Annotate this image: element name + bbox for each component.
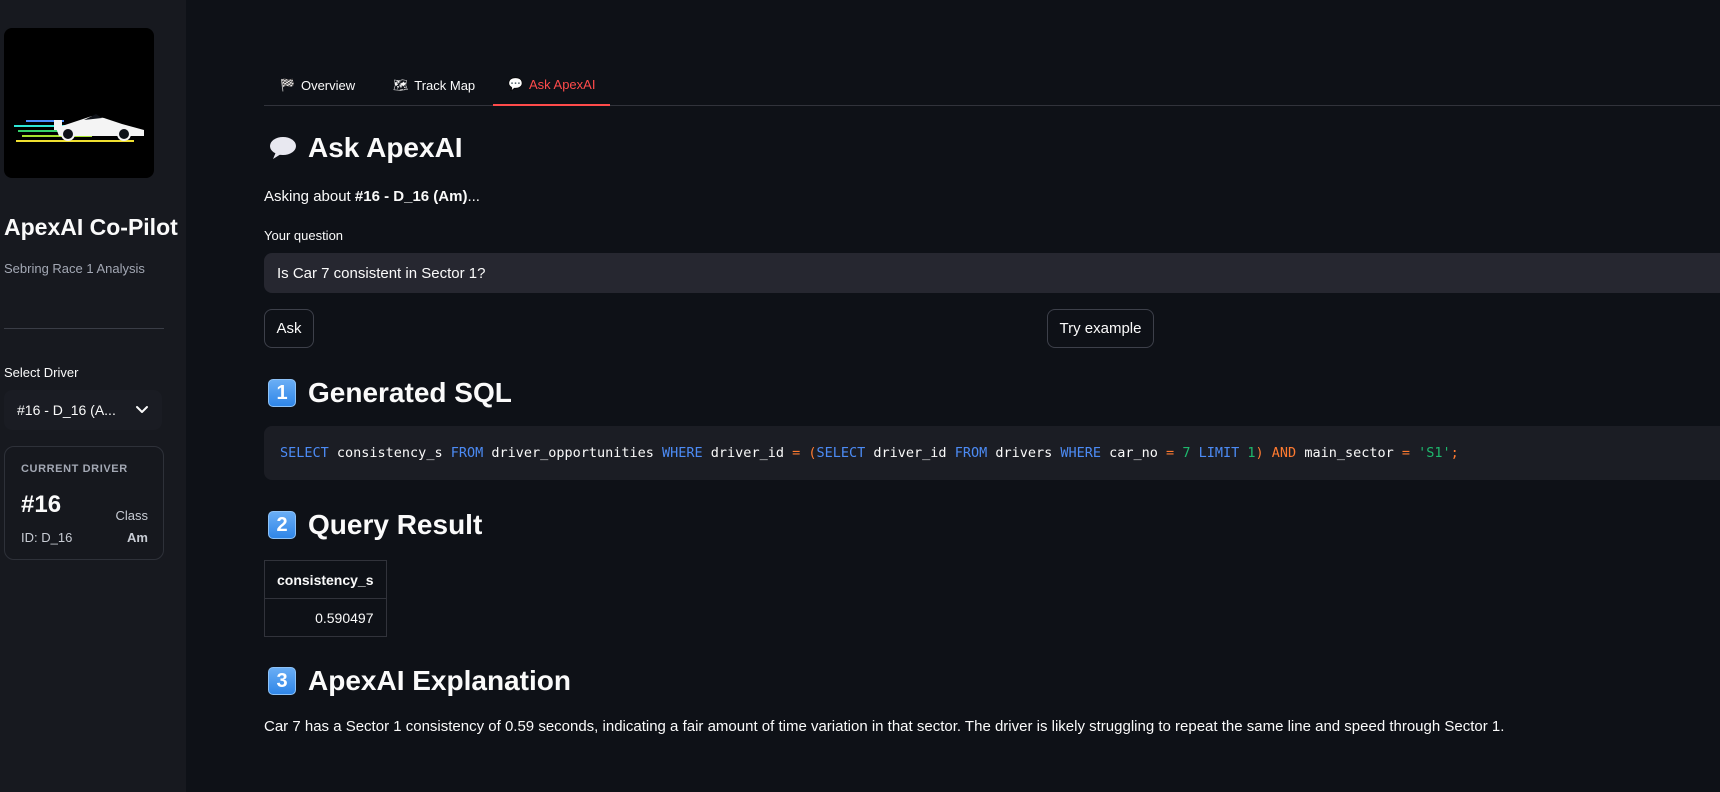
question-label: Your question	[264, 228, 344, 243]
sql-token: WHERE	[662, 445, 703, 461]
driver-class-value: Am	[127, 530, 148, 545]
section-title: Query Result	[308, 509, 483, 540]
checkered-flag-icon: 🏁	[280, 78, 295, 92]
app-subtitle: Sebring Race 1 Analysis	[4, 261, 145, 276]
sql-token: main_sector	[1296, 445, 1402, 461]
app-title: ApexAI Co-Pilot	[4, 214, 178, 240]
sql-token: =	[1166, 445, 1175, 461]
sql-token: 7	[1182, 445, 1191, 461]
speech-bubble-icon	[270, 137, 296, 159]
query-result-heading: 2 Query Result	[268, 509, 482, 541]
sql-token: LIMIT	[1198, 445, 1240, 461]
keycap-two-icon: 2	[268, 511, 296, 539]
sidebar: ApexAI Co-Pilot Sebring Race 1 Analysis …	[0, 0, 186, 792]
sql-token: AND	[1271, 445, 1297, 461]
sql-token: (	[808, 445, 817, 461]
ask-button[interactable]: Ask	[264, 309, 314, 348]
sql-token: FROM	[450, 445, 484, 461]
table-header-cell[interactable]: consistency_s	[264, 560, 387, 599]
race-car-logo-icon	[14, 114, 144, 142]
tab-ask-apexai[interactable]: 💬 Ask ApexAI	[493, 64, 611, 106]
sql-token: 1	[1247, 445, 1256, 461]
page-title: Ask ApexAI	[268, 132, 463, 164]
select-driver-label: Select Driver	[4, 365, 79, 380]
sql-token: SELECT	[816, 445, 866, 461]
section-title: ApexAI Explanation	[308, 665, 571, 696]
sql-token: car_no	[1101, 445, 1167, 461]
driver-id: ID: D_16	[21, 530, 73, 545]
driver-number: #16	[21, 491, 62, 518]
current-driver-label: CURRENT DRIVER	[21, 463, 128, 475]
tab-track-map[interactable]: 🗺 Track Map	[393, 64, 475, 106]
tab-label: Ask ApexAI	[528, 76, 596, 92]
driver-class-label: Class	[115, 508, 148, 523]
explanation-text: Car 7 has a Sector 1 consistency of 0.59…	[264, 718, 1505, 735]
sql-token: drivers	[987, 445, 1061, 461]
sql-token: driver_opportunities	[483, 445, 663, 461]
section-title: Generated SQL	[308, 377, 512, 408]
asking-about-text: Asking about #16 - D_16 (Am)...	[264, 188, 480, 205]
sql-token: driver_id	[865, 445, 955, 461]
sql-token: )	[1255, 445, 1264, 461]
driver-select-value: #16 - D_16 (A...	[17, 402, 116, 418]
sql-token: driver_id	[702, 445, 793, 461]
sql-token: consistency_s	[328, 445, 451, 461]
sql-token: =	[1401, 445, 1410, 461]
chevron-down-icon	[136, 406, 148, 413]
result-table: consistency_s 0.590497	[264, 560, 387, 637]
try-example-button[interactable]: Try example	[1047, 309, 1154, 348]
table-cell[interactable]: 0.590497	[264, 598, 387, 637]
explanation-heading: 3 ApexAI Explanation	[268, 665, 571, 697]
table-row: 0.590497	[264, 598, 387, 637]
question-input[interactable]	[264, 253, 1720, 293]
tab-label: Track Map	[414, 77, 476, 93]
tab-label: Overview	[300, 77, 356, 93]
sidebar-divider	[4, 328, 164, 329]
asking-driver: #16 - D_16 (Am)	[354, 188, 468, 205]
asking-suffix: ...	[467, 188, 480, 205]
sql-token: ;	[1450, 445, 1459, 461]
tab-overview[interactable]: 🏁 Overview	[280, 64, 355, 106]
keycap-three-icon: 3	[268, 667, 296, 695]
app-logo	[4, 28, 154, 178]
generated-sql-heading: 1 Generated SQL	[268, 377, 512, 409]
keycap-one-icon: 1	[268, 379, 296, 407]
page-title-text: Ask ApexAI	[308, 132, 463, 163]
sql-code-block: SELECT consistency_s FROM driver_opportu…	[264, 426, 1720, 480]
sql-token: FROM	[954, 445, 988, 461]
tab-bar: 🏁 Overview 🗺 Track Map 💬 Ask ApexAI	[264, 64, 1720, 106]
sql-token: WHERE	[1060, 445, 1101, 461]
driver-select[interactable]: #16 - D_16 (A...	[4, 390, 162, 430]
table-header-row: consistency_s	[264, 560, 387, 599]
sql-token: 'S1'	[1418, 445, 1451, 461]
speech-bubble-icon: 💬	[508, 77, 523, 91]
current-driver-card: CURRENT DRIVER #16 Class ID: D_16 Am	[4, 446, 164, 560]
asking-prefix: Asking about	[264, 188, 355, 205]
sql-token: =	[792, 445, 801, 461]
sql-token: SELECT	[280, 445, 329, 461]
map-icon: 🗺	[393, 78, 409, 92]
